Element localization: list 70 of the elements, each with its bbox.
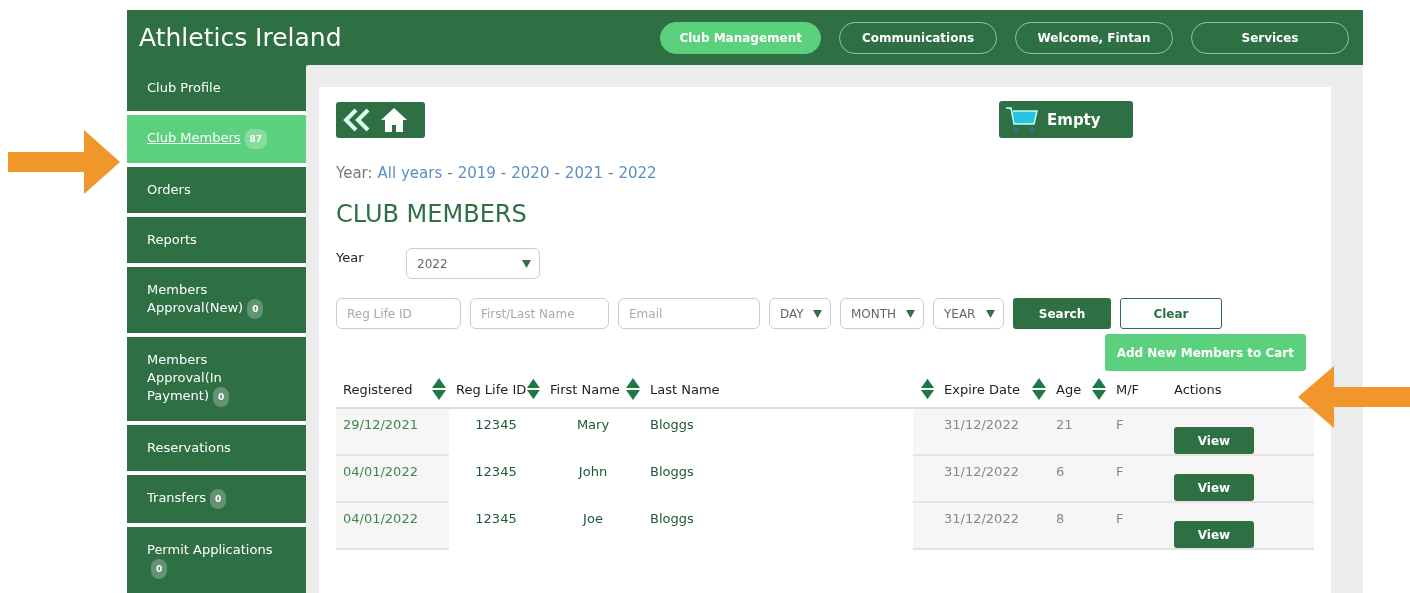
caret-icon (906, 309, 915, 318)
sort-icon[interactable] (920, 377, 935, 401)
sidebar-item[interactable]: Club Profile (127, 65, 306, 111)
sidebar-item[interactable]: Transfers 0 (127, 475, 306, 523)
column-header: Last Name (650, 381, 720, 397)
sidebar-item[interactable]: Members Approval(In Payment) 0 (127, 337, 306, 421)
separator-text: - (500, 164, 507, 182)
column-header: Reg Life ID (456, 381, 527, 397)
sidebar-item[interactable]: Members Approval(New) 0 (127, 267, 306, 333)
column-header: Expire Date (944, 381, 1021, 397)
table-cell-text: F (1115, 416, 1125, 434)
date-select[interactable]: MONTH (840, 298, 924, 329)
year-label: Year: (336, 164, 373, 182)
back-home-button[interactable] (336, 101, 425, 138)
view-button[interactable]: View (1174, 427, 1254, 454)
table-cell-text: 31/12/2022 (943, 510, 1020, 528)
year-link[interactable]: 2022 (618, 164, 657, 182)
sort-icon[interactable] (526, 377, 541, 401)
clear-button[interactable]: Clear (1120, 298, 1222, 329)
table-cell-text: 31/12/2022 (943, 463, 1020, 481)
arrow-icon (8, 130, 120, 194)
column-header: M/F (1116, 381, 1140, 397)
separator-text: - (447, 164, 453, 182)
table-cell-text: 6 (1055, 463, 1066, 481)
sidebar-item[interactable]: Reports (127, 217, 306, 263)
year-link[interactable]: All years (377, 164, 443, 182)
column-header: Registered (343, 381, 413, 397)
date-select[interactable]: DAY (769, 298, 831, 329)
sort-icon[interactable] (431, 377, 447, 401)
table-cell-text: F (1115, 510, 1125, 528)
cart-button[interactable]: Empty (999, 101, 1133, 138)
filter-field[interactable]: Email (618, 298, 760, 329)
table-cell-text: 31/12/2022 (943, 416, 1020, 434)
year-link[interactable]: 2021 (564, 164, 604, 182)
filter-field[interactable]: Reg Life ID (336, 298, 461, 329)
home-icon (380, 106, 408, 133)
table-cell-text: 04/01/2022 (342, 510, 419, 528)
site-title: Athletics Ireland (139, 23, 343, 52)
table-cell-text: 29/12/2021 (342, 416, 419, 434)
column-header: Actions (1174, 381, 1222, 397)
column-header: Age (1056, 381, 1082, 397)
sort-icon[interactable] (1031, 377, 1047, 401)
search-button[interactable]: Search (1013, 298, 1111, 329)
season-dropdown[interactable]: 2022 (406, 248, 540, 279)
view-button[interactable]: View (1174, 474, 1254, 501)
view-button[interactable]: View (1174, 521, 1254, 548)
arrow-icon (1298, 366, 1410, 428)
caret-icon (986, 309, 995, 318)
separator-text: - (554, 164, 560, 182)
caret-icon (813, 309, 822, 318)
year-select-label: Year (336, 250, 365, 265)
separator-text: - (608, 164, 614, 182)
table-cell-text: 04/01/2022 (342, 463, 419, 481)
column-header: First Name (550, 381, 620, 397)
sidebar-item[interactable]: Reservations (127, 425, 306, 471)
sidebar-item[interactable]: Orders (127, 167, 306, 213)
caret-icon (522, 259, 531, 268)
sidebar-item[interactable]: Permit Applications 0 (127, 527, 306, 593)
cart-icon (1005, 105, 1039, 134)
table-cell-text: F (1115, 463, 1125, 481)
sort-icon[interactable] (1091, 377, 1107, 401)
table-cell-text: 21 (1055, 416, 1074, 434)
year-link[interactable]: 2020 (511, 164, 550, 182)
double-chevron-icon (342, 107, 372, 132)
filter-field[interactable]: First/Last Name (470, 298, 609, 329)
date-select[interactable]: YEAR (933, 298, 1004, 329)
sort-icon[interactable] (625, 377, 641, 401)
table-cell-text: 8 (1055, 510, 1066, 528)
year-link[interactable]: 2019 (457, 164, 496, 182)
page-heading: CLUB MEMBERS (336, 200, 528, 228)
